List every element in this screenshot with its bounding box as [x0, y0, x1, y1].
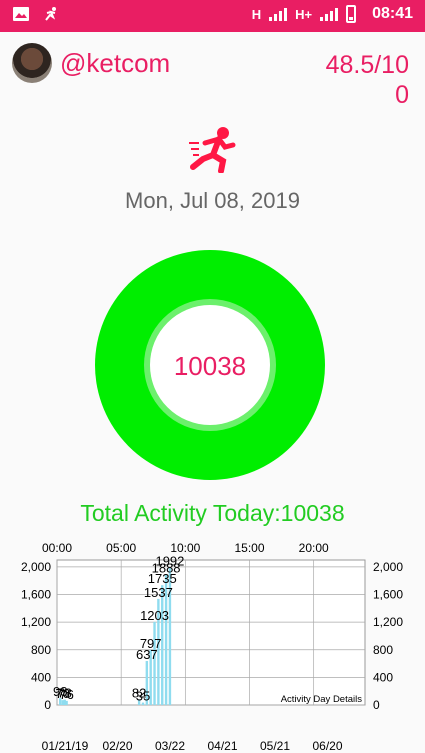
- status-bar: H H+ 08:41: [0, 0, 425, 32]
- y-tick-label-left: 400: [31, 670, 51, 684]
- activity-chart[interactable]: 0 0 400 400 800 800 1,200 1,200 1,600 1,600 2,000 2…: [0, 535, 425, 753]
- activity-ring-value: 10038: [173, 351, 247, 381]
- network-type-2: H+: [295, 6, 313, 22]
- network-type-1: H: [251, 6, 262, 22]
- data-label: 76: [59, 687, 73, 702]
- activity-ring: 10038: [95, 250, 325, 480]
- top-axis-label: 05:00: [106, 541, 136, 555]
- clock: 08:41: [372, 5, 413, 22]
- bottom-axis-label: 03/22: [155, 739, 185, 753]
- y-tick-label-right: 0: [373, 698, 380, 712]
- image-icon: [12, 6, 30, 27]
- y-tick-label-left: 2,000: [21, 560, 51, 574]
- y-tick-label-left: 1,200: [21, 615, 51, 629]
- run-notification-icon: [42, 6, 60, 27]
- battery-icon: [346, 5, 357, 23]
- avatar[interactable]: [12, 43, 52, 83]
- data-label: 1537: [144, 585, 173, 600]
- runner-icon: [187, 125, 239, 174]
- y-tick-label-right: 1,600: [373, 588, 403, 602]
- top-axis-label: 15:00: [234, 541, 264, 555]
- bottom-axis-label: 02/20: [102, 739, 132, 753]
- chart-plot-area: [56, 559, 366, 706]
- activity-ring-center: 10038: [150, 305, 270, 425]
- data-label: 1203: [140, 608, 169, 623]
- username[interactable]: @ketcom: [60, 48, 170, 79]
- signal-icon-2: [320, 7, 339, 21]
- y-tick-label-left: 0: [44, 698, 51, 712]
- data-label: 1992: [155, 553, 184, 568]
- y-tick-label-right: 800: [373, 643, 393, 657]
- y-tick-label-right: 1,200: [373, 615, 403, 629]
- total-activity-label: Total Activity Today:10038: [80, 500, 345, 526]
- top-axis-label: 00:00: [42, 541, 72, 555]
- data-label: 35: [136, 689, 150, 704]
- y-tick-label-left: 800: [31, 643, 51, 657]
- signal-icon: [269, 7, 288, 21]
- current-date: Mon, Jul 08, 2019: [125, 188, 300, 213]
- chart-bar: [153, 621, 156, 705]
- bottom-axis-label: 01/21/19: [42, 739, 89, 753]
- y-tick-label-right: 2,000: [373, 560, 403, 574]
- chart-description: Activity Day Details: [281, 694, 363, 705]
- y-tick-label-left: 1,600: [21, 588, 51, 602]
- score-value: 48.5/100: [325, 51, 409, 109]
- data-label: 797: [140, 636, 162, 651]
- bottom-axis-label: 06/20: [312, 739, 342, 753]
- top-axis-label: 20:00: [299, 541, 329, 555]
- y-tick-label-right: 400: [373, 670, 393, 684]
- bottom-axis-label: 05/21: [260, 739, 290, 753]
- bottom-axis-label: 04/21: [207, 739, 237, 753]
